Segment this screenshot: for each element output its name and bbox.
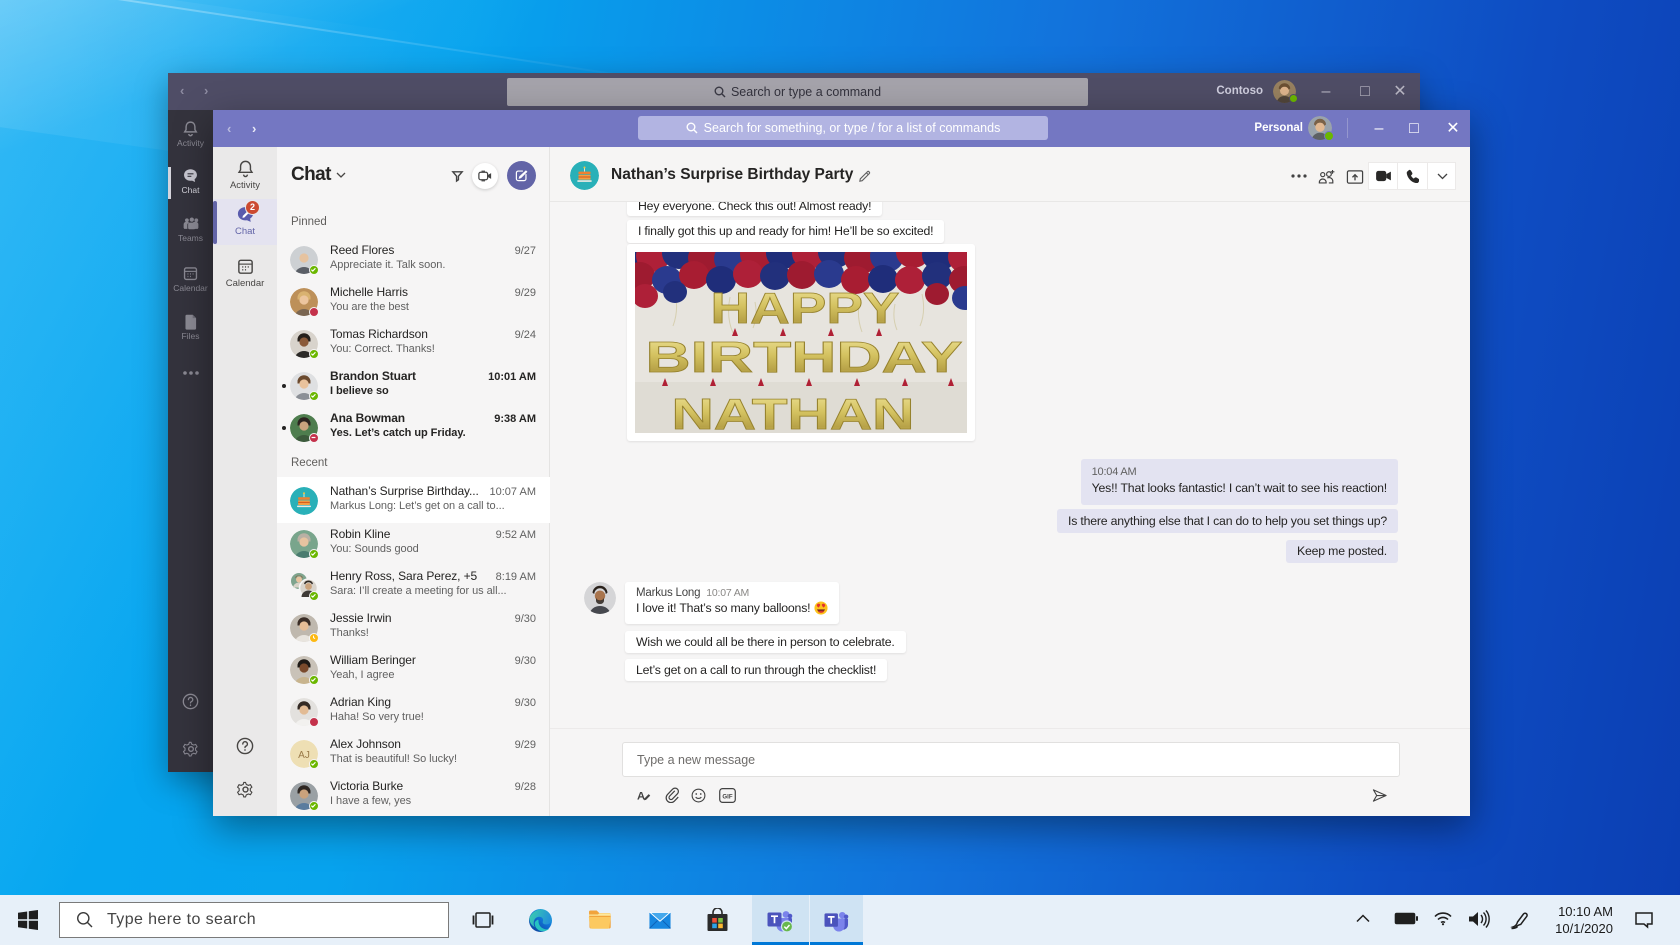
svg-text:A: A [637,790,645,802]
svg-text:NATHAN: NATHAN [672,390,915,433]
svg-text:BIRTHDAY: BIRTHDAY [646,333,963,382]
svg-text:GIF: GIF [722,793,732,800]
svg-text:HAPPY: HAPPY [711,284,900,333]
